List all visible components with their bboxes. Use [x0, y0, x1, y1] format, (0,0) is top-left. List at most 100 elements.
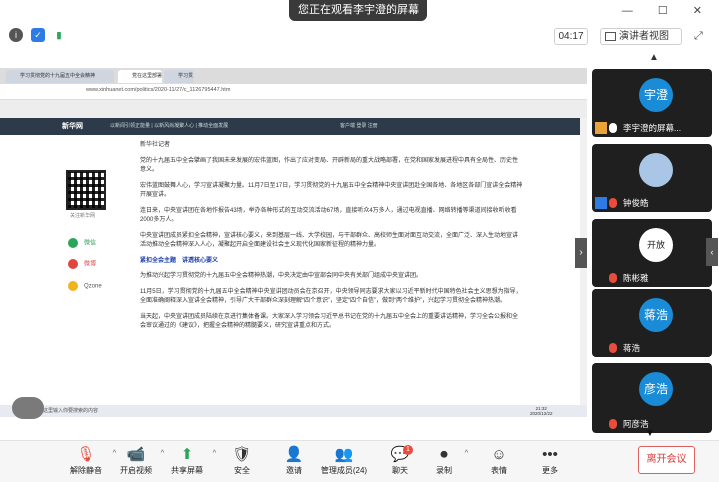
share-screen-icon: ⬆ [180, 446, 194, 463]
meeting-toolbar: 🎙 解除静音 ^ 📹 开启视频 ^ ⬆ 共享屏幕 ^ 🛡 安全 👤 邀请 👥 管… [0, 440, 719, 482]
taskbar-search-text: 在这里输入你要搜索的内容 [38, 408, 99, 414]
share-qzone: Qzone [68, 281, 102, 292]
avatar [639, 153, 673, 187]
mic-muted-icon [609, 343, 617, 353]
reactions-label: 表情 [491, 466, 507, 475]
start-video-button[interactable]: 📹 开启视频 ^ [118, 441, 164, 482]
grid-icon [605, 32, 616, 41]
participant-tile[interactable]: 钟俊皓 [592, 144, 712, 212]
participant-name-bar: 李宇澄的屏幕... [595, 122, 681, 134]
more-button[interactable]: ••• 更多 [536, 441, 564, 482]
avatar: 开放 [639, 228, 673, 262]
mic-icon [609, 123, 617, 133]
participant-name-bar: 阿彦浩 [595, 418, 649, 430]
shared-screen: 学习贯彻党的十九届五中全会精神 党在这里部署动人心 学习贯彻党 www.xinh… [0, 68, 587, 417]
share-wechat: 微信 [68, 238, 96, 249]
invite-label: 邀请 [286, 466, 302, 475]
chevron-down-icon[interactable]: ⌄ [411, 0, 419, 21]
record-button[interactable]: ⏺ 录制 ^ [430, 441, 468, 482]
viewing-banner[interactable]: 您正在观看李宇澄的屏幕 ⌄ [289, 0, 427, 21]
record-label: 录制 [436, 466, 452, 475]
manage-members-label: 管理成员(24) [320, 466, 368, 475]
unmute-label: 解除静音 [70, 466, 102, 475]
mic-muted-icon [609, 419, 617, 429]
participant-name: 陈彬雅 [623, 273, 649, 283]
more-label: 更多 [542, 466, 558, 475]
security-label: 安全 [234, 466, 250, 475]
caret-up-icon[interactable]: ^ [213, 450, 216, 457]
chat-label: 聊天 [392, 466, 408, 475]
add-user-icon: 👤 [284, 446, 304, 463]
screen-share-icon [595, 122, 607, 134]
browser-tab: 学习贯彻党 [164, 70, 194, 92]
avatar: 宇澄 [639, 78, 673, 112]
chevron-up-icon[interactable]: ▲ [649, 52, 659, 63]
window-controls[interactable]: — ☐ ✕ [622, 4, 713, 17]
mic-muted-icon: 🎙 [76, 446, 96, 463]
floating-control[interactable] [12, 397, 44, 419]
participant-tile[interactable]: 宇澄 李宇澄的屏幕... [592, 69, 712, 137]
participant-name: 蒋浩 [623, 343, 641, 353]
article-paragraph: 新华社记者 [140, 142, 171, 148]
chevron-right-icon[interactable]: › [575, 238, 587, 268]
security-button[interactable]: 🛡 安全 [228, 441, 256, 482]
invite-button[interactable]: 👤 邀请 [280, 441, 308, 482]
start-video-label: 开启视频 [120, 466, 152, 475]
more-icon: ••• [542, 446, 558, 463]
article-paragraph: 为推动兴起学习贯彻党的十九届五中全会精神热潮，中央决定由中宣部会同中央有关部门组… [140, 273, 423, 279]
article-body: 新华社记者 党的十九届五中全会擘画了我国未来发展的宏伟蓝图，作出了应对变局、开辟… [140, 141, 523, 338]
reactions-button[interactable]: ☺ 表情 [485, 441, 513, 482]
caret-up-icon[interactable]: ^ [113, 450, 116, 457]
article-paragraph: 中央宣讲团成员紧扣全会精神，宣讲核心要义，来到基层一线、大学校园，与干部群众、高… [140, 232, 519, 249]
top-bar: 您正在观看李宇澄的屏幕 ⌄ — ☐ ✕ [0, 0, 719, 22]
site-header: 新华网 以新闻引领正能量 | 以新风尚凝聚人心 | 推动全面发展 客户端 登录 … [0, 118, 580, 135]
wechat-icon [68, 238, 78, 248]
site-account-links: 客户端 登录 注册 [340, 123, 378, 129]
caret-up-icon[interactable]: ^ [161, 450, 164, 457]
info-icon[interactable]: i [9, 28, 23, 42]
article-paragraph: 11月5日，学习贯彻党的十九届五中全会精神中央宣讲团动员会在京召开，中央领导同志… [140, 288, 522, 305]
chevron-left-icon[interactable]: ‹ [706, 238, 718, 266]
shield-icon[interactable]: ✓ [31, 28, 45, 42]
weibo-icon [68, 259, 78, 269]
qzone-icon [68, 281, 78, 291]
browser-tab-strip: 学习贯彻党的十九届五中全会精神 党在这里部署动人心 学习贯彻党 [0, 68, 587, 92]
video-off-icon: 📹 [126, 446, 146, 463]
share-screen-button[interactable]: ⬆ 共享屏幕 ^ [168, 441, 216, 482]
participant-name-bar: 钟俊皓 [595, 197, 649, 209]
browser-address-bar: www.xinhuanet.com/politics/2020-11/27/c_… [0, 84, 587, 100]
leave-meeting-button[interactable]: 离开会议 [638, 446, 695, 474]
article-paragraph: 当天起，中央宣讲团成员陆续在京进行集体备课。大家深入学习领会习近平总书记在党的十… [140, 313, 519, 330]
share-label: 微博 [84, 261, 97, 268]
participant-tile[interactable]: 开放 陈彬雅 [592, 219, 712, 287]
view-switch-button[interactable]: 演讲者视图 [600, 28, 682, 45]
caret-up-icon[interactable]: ^ [465, 450, 468, 457]
unmute-button[interactable]: 🎙 解除静音 ^ [66, 441, 116, 482]
viewing-banner-text: 您正在观看李宇澄的屏幕 [298, 4, 419, 16]
participant-name: 李宇澄的屏幕... [623, 123, 682, 133]
site-logo: 新华网 [62, 123, 83, 130]
fullscreen-icon[interactable]: ⤢ [694, 30, 703, 43]
avatar: 蒋浩 [639, 298, 673, 332]
article-page: 关注新华网 微信 微博 Qzone 新华社记者 党的十九届五中全会擘画了我国未来… [0, 135, 580, 405]
participant-tile[interactable]: 蒋浩 蒋浩 [592, 289, 712, 357]
participant-name-bar: 蒋浩 [595, 342, 640, 354]
browser-tab: 党在这里部署动人心 [118, 70, 162, 92]
smile-icon: ☺ [491, 446, 507, 463]
signal-icon[interactable]: ▮ [52, 28, 66, 42]
chat-button[interactable]: 💬 1 聊天 [386, 441, 414, 482]
chevron-down-icon[interactable]: ▼ [645, 428, 655, 439]
article-paragraph: 党的十九届五中全会擘画了我国未来发展的宏伟蓝图，作出了应对变局、开辟新局的重大战… [140, 157, 519, 174]
shield-icon: 🛡 [232, 446, 252, 463]
manage-members-button[interactable]: 👥 管理成员(24) [318, 441, 370, 482]
share-label: 微信 [84, 240, 97, 247]
share-weibo: 微博 [68, 259, 96, 270]
share-screen-label: 共享屏幕 [171, 466, 203, 475]
user-icon [595, 197, 607, 209]
record-icon: ⏺ [440, 446, 448, 463]
shared-taskbar: 在这里输入你要搜索的内容 21:32 2020/12/22 [0, 405, 587, 417]
participant-tile[interactable]: 彦浩 阿彦浩 [592, 363, 712, 433]
taskbar-clock: 21:32 2020/12/22 [530, 406, 553, 416]
meeting-timer: 04:17 [554, 28, 588, 45]
article-subheading: 紧扣全会主题 讲透核心要义 [140, 257, 219, 264]
